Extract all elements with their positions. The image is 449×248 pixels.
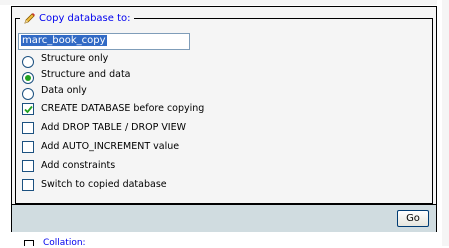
checkbox-add-constraints[interactable]: [22, 160, 34, 172]
radio-structure-only[interactable]: [22, 56, 34, 68]
checkbox-create-database[interactable]: [22, 103, 34, 115]
checkbox-add-drop-table-label: Add DROP TABLE / DROP VIEW: [41, 122, 187, 133]
radio-structure-and-data[interactable]: [22, 72, 34, 84]
radio-data-only-label: Data only: [41, 85, 87, 96]
radio-data-only[interactable]: [22, 88, 34, 100]
checkbox-switch-to-copied-label: Switch to copied database: [41, 179, 167, 190]
checkbox-add-auto-increment-label: Add AUTO_INCREMENT value: [41, 141, 180, 152]
collation-link[interactable]: Collation:: [43, 238, 86, 248]
copy-database-form: Copy database to: marc_book_copy Structu…: [11, 6, 437, 232]
radio-structure-only-label: Structure only: [41, 53, 109, 64]
new-database-name-value: marc_book_copy: [21, 35, 107, 46]
legend-label: Copy database to:: [39, 12, 131, 24]
collation-icon: [24, 240, 34, 246]
fieldset-legend: Copy database to:: [20, 11, 134, 25]
top-strip: [0, 0, 449, 5]
checkbox-create-database-label: CREATE DATABASE before copying: [41, 103, 205, 114]
checkbox-add-drop-table[interactable]: [22, 122, 34, 134]
go-button[interactable]: Go: [397, 210, 429, 227]
checkbox-add-auto-increment[interactable]: [22, 141, 34, 153]
pencil-icon: [23, 12, 36, 25]
checkbox-switch-to-copied[interactable]: [22, 179, 34, 191]
checkbox-add-constraints-label: Add constraints: [41, 160, 116, 171]
radio-structure-and-data-label: Structure and data: [41, 69, 131, 80]
new-database-name-input[interactable]: marc_book_copy: [18, 33, 190, 50]
checkmark-icon: [24, 105, 33, 114]
form-footer: Go: [12, 204, 436, 232]
right-edge: [442, 0, 449, 246]
